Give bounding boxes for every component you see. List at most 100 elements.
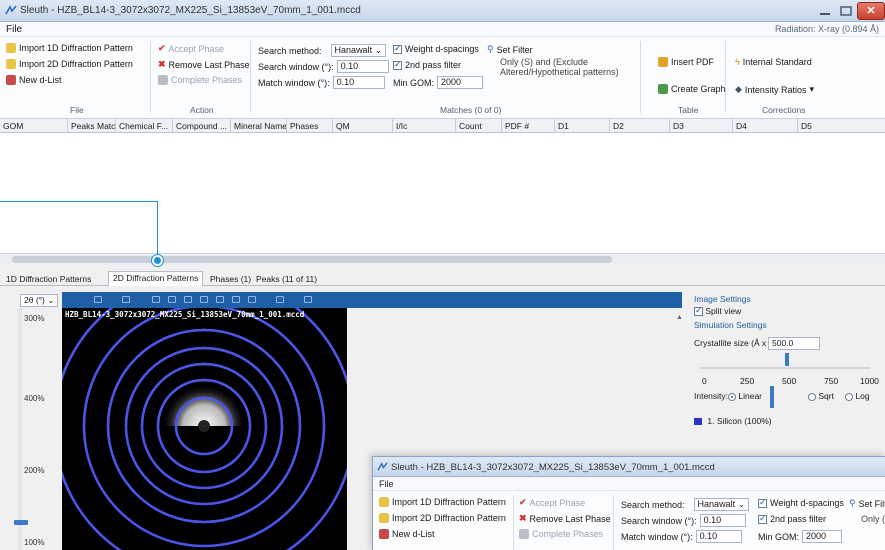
scroll-up-icon[interactable]: ▲: [676, 314, 683, 321]
weight-d-spacings-checkbox[interactable]: Weight d-spacings: [758, 497, 844, 508]
crystallite-size-slider-thumb[interactable]: [785, 353, 789, 366]
file-menu[interactable]: File: [6, 24, 22, 35]
profile-icon[interactable]: [248, 296, 256, 303]
tab-2d-patterns[interactable]: 2D Diffraction Patterns: [108, 271, 204, 286]
second-window-title-bar: Sleuth - HZB_BL14-3_3072x3072_MX225_Si_1…: [373, 457, 885, 477]
column-header[interactable]: D5: [798, 119, 853, 132]
maximize-button[interactable]: [838, 3, 854, 19]
insert-pdf-button[interactable]: Insert PDF: [658, 57, 714, 67]
column-header[interactable]: Mineral Name: [231, 119, 287, 132]
log-radio[interactable]: Log: [845, 391, 870, 401]
internal-standard-button[interactable]: ϟ Internal Standard: [735, 57, 812, 67]
complete-phases-button[interactable]: Complete Phases: [519, 529, 603, 539]
title-bar: Sleuth - HZB_BL14-3_3072x3072_MX225_Si_1…: [0, 0, 885, 22]
new-d-list-button[interactable]: New d-List: [379, 529, 435, 539]
beam-stop: [198, 420, 210, 432]
set-filter-label: Set Filter: [858, 498, 885, 509]
column-header[interactable]: PDF #: [502, 119, 555, 132]
intensity-ratios-button[interactable]: ◆ Intensity Ratios ▾: [735, 84, 814, 95]
new-d-list-button[interactable]: New d-List: [6, 75, 62, 85]
grid-icon[interactable]: [200, 296, 208, 303]
column-header[interactable]: I/Ic: [393, 119, 456, 132]
min-gom-input[interactable]: 2000: [437, 76, 484, 89]
remove-last-phase-button[interactable]: ✖ Remove Last Phase: [158, 59, 250, 70]
import-2d-button[interactable]: Import 2D Diffraction Pattern: [379, 513, 506, 523]
file-menu[interactable]: File: [379, 479, 394, 489]
min-gom-input[interactable]: 2000: [802, 530, 843, 543]
create-graph-button[interactable]: Create Graph: [658, 84, 726, 94]
internal-standard-label: Internal Standard: [742, 57, 812, 67]
tab-peaks[interactable]: Peaks (11 of 11): [252, 273, 321, 286]
remove-last-phase-label: Remove Last Phase: [529, 513, 611, 524]
ribbon-divider: [150, 41, 151, 113]
zoom-slider[interactable]: [18, 308, 22, 550]
search-method-combo[interactable]: Hanawalt ⌄: [693, 498, 750, 511]
weight-d-spacings-checkbox[interactable]: Weight d-spacings: [393, 43, 479, 54]
tab-phases[interactable]: Phases (1): [206, 273, 255, 286]
search-method-row: Search method: Hanawalt ⌄: [258, 44, 387, 57]
import-2d-button[interactable]: Import 2D Diffraction Pattern: [6, 59, 133, 69]
slider-tick: 250: [740, 376, 755, 386]
zoom-in-icon[interactable]: [94, 296, 102, 303]
column-header[interactable]: Compound ...: [173, 119, 231, 132]
rotate-icon[interactable]: [168, 296, 176, 303]
zoom-slider-thumb[interactable]: [14, 520, 28, 525]
search-method-combo[interactable]: Hanawalt ⌄: [330, 44, 387, 57]
checkbox-icon: [393, 43, 402, 54]
column-header[interactable]: GOM: [0, 119, 68, 132]
match-window-input[interactable]: 0.10: [695, 530, 742, 543]
match-window-input[interactable]: 0.10: [332, 76, 385, 89]
complete-phases-button[interactable]: Complete Phases: [158, 75, 242, 85]
column-header[interactable]: D4: [733, 119, 798, 132]
second-pass-filter-checkbox[interactable]: 2nd pass filter: [393, 59, 461, 70]
minimize-button[interactable]: [812, 3, 838, 19]
column-header[interactable]: QM: [333, 119, 393, 132]
column-header[interactable]: D2: [610, 119, 670, 132]
second-pass-filter-checkbox[interactable]: 2nd pass filter: [758, 513, 826, 524]
settings-icon[interactable]: [304, 296, 312, 303]
window-title: Sleuth - HZB_BL14-3_3072x3072_MX225_Si_1…: [20, 5, 361, 16]
close-button[interactable]: ✕: [857, 2, 885, 20]
split-view-checkbox[interactable]: Split view: [694, 305, 741, 317]
results-table-body[interactable]: [0, 133, 885, 253]
crystallite-size-slider[interactable]: [700, 367, 870, 369]
export-icon[interactable]: [276, 296, 284, 303]
accept-phase-button[interactable]: ✔ Accept Phase: [158, 43, 224, 54]
pan-icon[interactable]: [152, 296, 160, 303]
scrollbar-thumb[interactable]: [12, 256, 612, 263]
tab-1d-patterns[interactable]: 1D Diffraction Patterns: [2, 273, 95, 286]
set-filter-button[interactable]: ⚲ Set Filter: [849, 498, 885, 509]
ribbon-divider: [613, 495, 614, 550]
second-window[interactable]: Sleuth - HZB_BL14-3_3072x3072_MX225_Si_1…: [372, 456, 885, 550]
column-header[interactable]: Count: [456, 119, 502, 132]
search-window-input[interactable]: 0.10: [336, 60, 389, 73]
column-header[interactable]: D3: [670, 119, 733, 132]
search-window-input[interactable]: 0.10: [699, 514, 746, 527]
column-header[interactable]: D1: [555, 119, 610, 132]
column-header[interactable]: Phases: [287, 119, 333, 132]
column-header[interactable]: Peaks Matc...: [68, 119, 116, 132]
settings-panel: Image Settings Split view Simulation Set…: [690, 290, 885, 440]
zoom-out-icon[interactable]: [122, 296, 130, 303]
import-1d-button[interactable]: Import 1D Diffraction Pattern: [379, 497, 506, 507]
filter-note: Only (S) and (Exclude Altered/Hypothetic…: [500, 57, 619, 77]
horizontal-scrollbar[interactable]: [0, 253, 885, 265]
remove-last-phase-button[interactable]: ✖ Remove Last Phase: [519, 513, 611, 524]
phases-icon: [158, 75, 168, 85]
color-map-icon[interactable]: [232, 296, 240, 303]
fit-icon[interactable]: [184, 296, 192, 303]
sqrt-radio[interactable]: Sqrt: [808, 391, 834, 401]
crystallite-size-input[interactable]: 500.0: [768, 337, 820, 350]
set-filter-button[interactable]: ⚲ Set Filter: [487, 44, 533, 55]
phase-list-item[interactable]: 1. Silicon (100%): [694, 416, 772, 426]
column-header[interactable]: Chemical F...: [116, 119, 173, 132]
radiation-status[interactable]: Radiation: X-ray (0.894 Å): [775, 24, 879, 34]
axis-mode-combo[interactable]: 2θ (°) ⌄: [20, 294, 58, 307]
import-1d-button[interactable]: Import 1D Diffraction Pattern: [6, 43, 133, 53]
contrast-icon[interactable]: [216, 296, 224, 303]
accept-phase-button[interactable]: ✔ Accept Phase: [519, 497, 585, 508]
min-gom-row: Min GOM: 2000: [758, 530, 843, 543]
diffraction-image[interactable]: HZB_BL14-3_3072x3072_MX225_Si_13853eV_70…: [62, 308, 347, 550]
linear-radio[interactable]: Linear: [728, 391, 762, 401]
intensity-slider[interactable]: [770, 386, 774, 408]
